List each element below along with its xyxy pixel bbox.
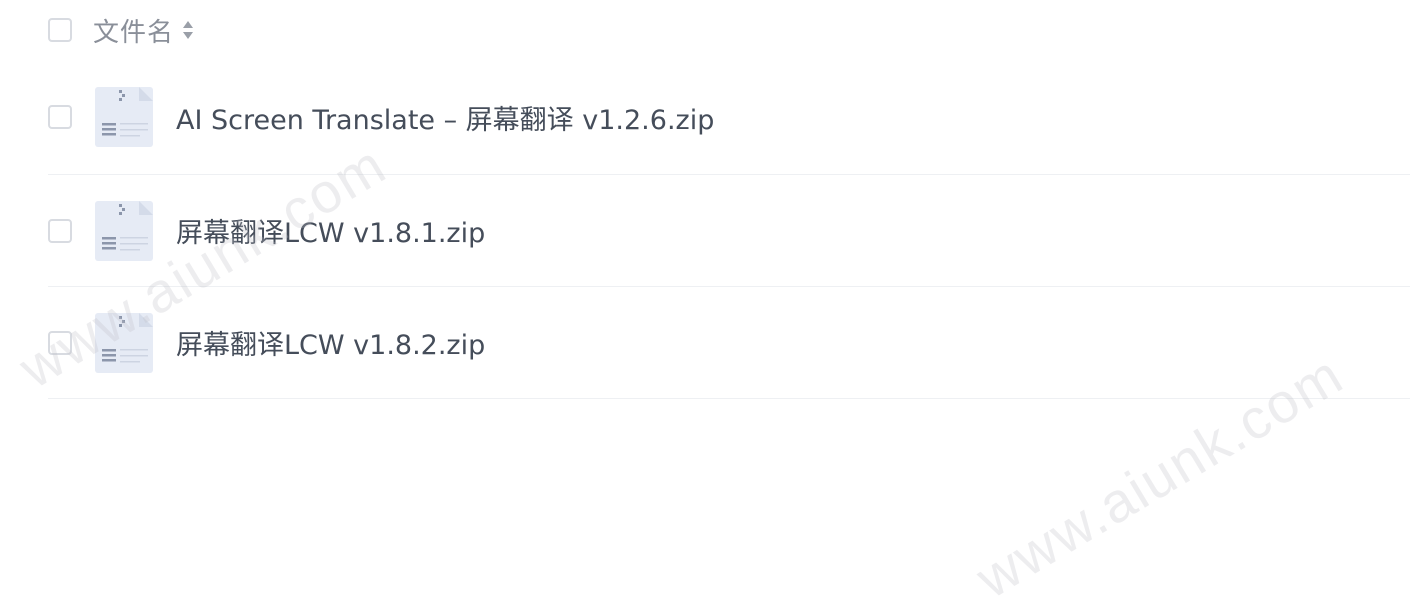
file-name-link[interactable]: AI Screen Translate – 屏幕翻译 v1.2.6.zip <box>176 98 714 137</box>
file-name-link[interactable]: 屏幕翻译LCW v1.8.1.zip <box>176 211 485 250</box>
sort-updown-icon[interactable] <box>182 19 194 41</box>
file-row[interactable]: 屏幕翻译LCW v1.8.2.zip <box>48 287 1410 399</box>
file-checkbox[interactable] <box>48 105 72 129</box>
zip-file-icon <box>95 312 153 373</box>
file-name-link[interactable]: 屏幕翻译LCW v1.8.2.zip <box>176 323 485 362</box>
file-row[interactable]: 屏幕翻译LCW v1.8.1.zip <box>48 175 1410 287</box>
column-header-filename[interactable]: 文件名 <box>93 12 174 49</box>
file-checkbox[interactable] <box>48 218 72 243</box>
select-all-checkbox[interactable] <box>48 18 72 42</box>
file-list: 文件名 AI Screen Translate – 屏幕翻译 v1.2.6.zi… <box>48 0 1410 399</box>
file-checkbox[interactable] <box>48 330 72 355</box>
zip-file-icon <box>95 200 153 261</box>
zip-file-icon <box>95 87 153 147</box>
list-header: 文件名 <box>48 0 1410 60</box>
file-row[interactable]: AI Screen Translate – 屏幕翻译 v1.2.6.zip <box>48 60 1410 175</box>
